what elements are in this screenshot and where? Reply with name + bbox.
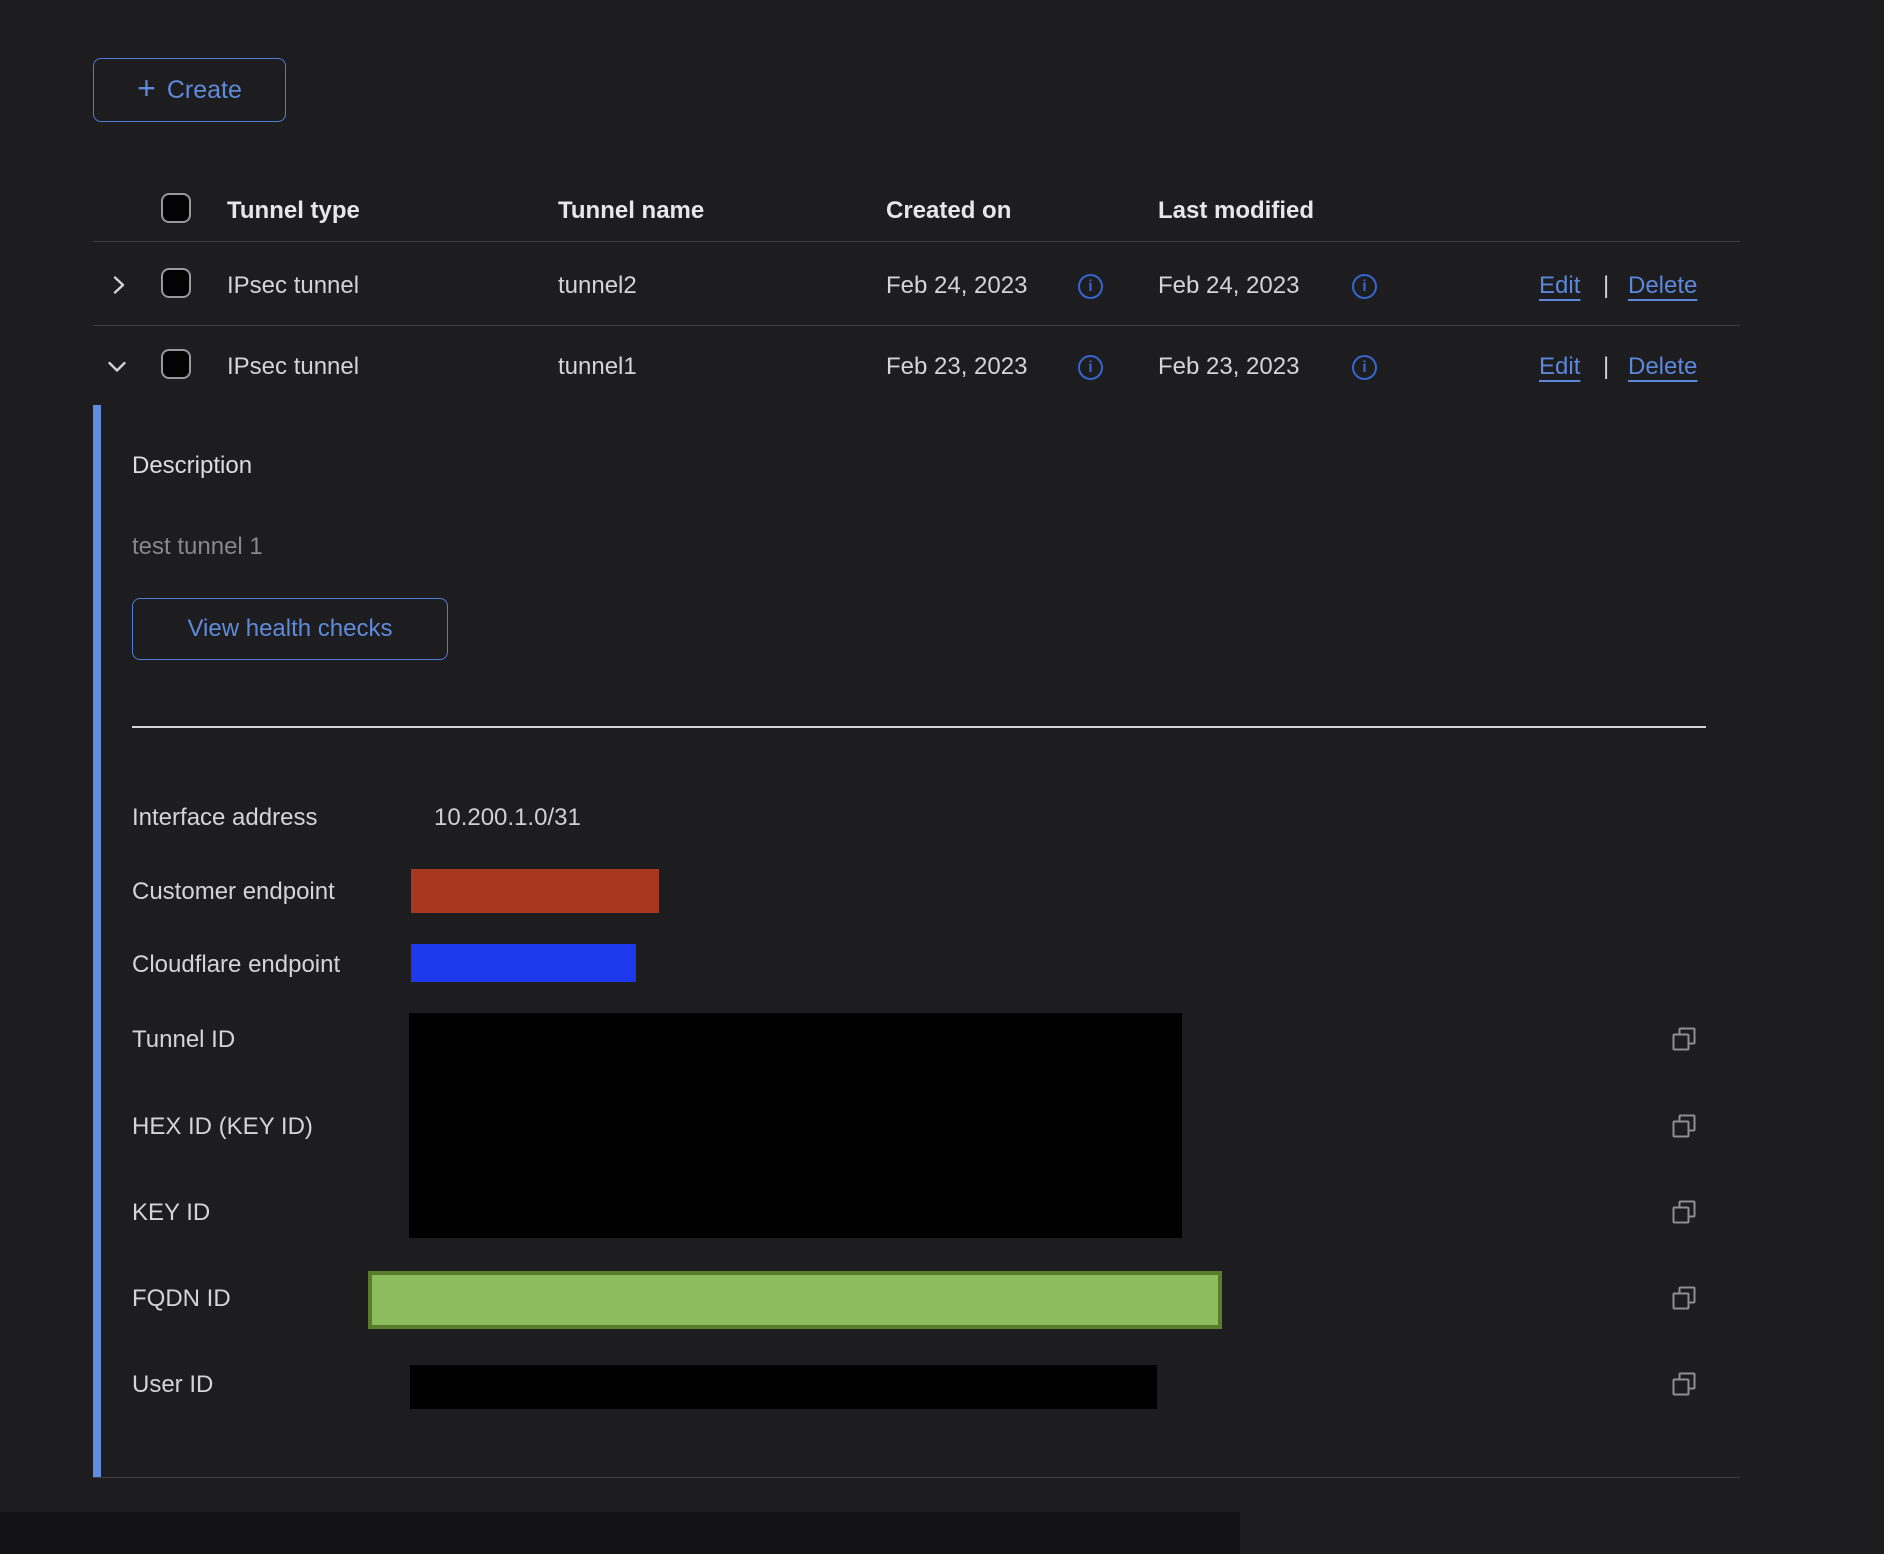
tunnel-type-cell: IPsec tunnel xyxy=(227,352,359,382)
last-modified-cell: Feb 23, 2023 xyxy=(1158,352,1299,382)
delete-link[interactable]: Delete xyxy=(1628,271,1697,301)
customer-endpoint-redaction xyxy=(411,869,659,913)
bottom-dark-band xyxy=(0,1512,1240,1554)
cloudflare-endpoint-label: Cloudflare endpoint xyxy=(132,950,340,980)
info-icon[interactable]: i xyxy=(1352,355,1377,380)
copy-icon[interactable] xyxy=(1670,1284,1698,1312)
table-bottom-divider xyxy=(93,1477,1740,1478)
action-separator: | xyxy=(1603,271,1609,301)
create-button[interactable]: + Create xyxy=(93,58,286,122)
expanded-row-indicator-bar xyxy=(93,405,101,1478)
tunnel-name-cell: tunnel2 xyxy=(558,271,637,301)
created-on-cell: Feb 23, 2023 xyxy=(886,352,1027,382)
section-divider xyxy=(132,726,1706,728)
ipsec-tunnels-page: + Create Tunnel type Tunnel name Created… xyxy=(0,0,1884,1554)
plus-icon: + xyxy=(137,72,156,104)
column-header-last-modified: Last modified xyxy=(1158,196,1314,226)
fqdn-id-redaction xyxy=(368,1271,1222,1329)
create-button-label: Create xyxy=(167,76,242,105)
fqdn-id-label: FQDN ID xyxy=(132,1284,231,1314)
cloudflare-endpoint-redaction xyxy=(411,944,636,982)
hex-id-label: HEX ID (KEY ID) xyxy=(132,1112,313,1142)
chevron-down-icon[interactable] xyxy=(104,354,130,385)
row-divider xyxy=(93,325,1740,326)
row-checkbox[interactable] xyxy=(161,349,191,379)
last-modified-cell: Feb 24, 2023 xyxy=(1158,271,1299,301)
copy-icon[interactable] xyxy=(1670,1370,1698,1398)
column-header-tunnel-name: Tunnel name xyxy=(558,196,704,226)
tunnel-name-cell: tunnel1 xyxy=(558,352,637,382)
column-header-tunnel-type: Tunnel type xyxy=(227,196,360,226)
interface-address-label: Interface address xyxy=(132,803,317,833)
customer-endpoint-label: Customer endpoint xyxy=(132,877,335,907)
column-header-created-on: Created on xyxy=(886,196,1011,226)
select-all-checkbox[interactable] xyxy=(161,193,191,223)
copy-icon[interactable] xyxy=(1670,1025,1698,1053)
action-separator: | xyxy=(1603,352,1609,382)
copy-icon[interactable] xyxy=(1670,1112,1698,1140)
description-value: test tunnel 1 xyxy=(132,532,263,562)
key-id-label: KEY ID xyxy=(132,1198,210,1228)
tunnel-id-label: Tunnel ID xyxy=(132,1025,235,1055)
copy-icon[interactable] xyxy=(1670,1198,1698,1226)
header-divider xyxy=(93,241,1740,242)
created-on-cell: Feb 24, 2023 xyxy=(886,271,1027,301)
description-label: Description xyxy=(132,451,252,481)
delete-link[interactable]: Delete xyxy=(1628,352,1697,382)
row-checkbox[interactable] xyxy=(161,268,191,298)
user-id-label: User ID xyxy=(132,1370,213,1400)
info-icon[interactable]: i xyxy=(1078,355,1103,380)
view-health-checks-button[interactable]: View health checks xyxy=(132,598,448,660)
info-icon[interactable]: i xyxy=(1352,274,1377,299)
tunnel-type-cell: IPsec tunnel xyxy=(227,271,359,301)
chevron-right-icon[interactable] xyxy=(106,272,132,303)
edit-link[interactable]: Edit xyxy=(1539,271,1580,301)
interface-address-value: 10.200.1.0/31 xyxy=(434,803,581,833)
edit-link[interactable]: Edit xyxy=(1539,352,1580,382)
user-id-redaction xyxy=(410,1365,1157,1409)
tunnel-ids-redaction xyxy=(409,1013,1182,1238)
info-icon[interactable]: i xyxy=(1078,274,1103,299)
